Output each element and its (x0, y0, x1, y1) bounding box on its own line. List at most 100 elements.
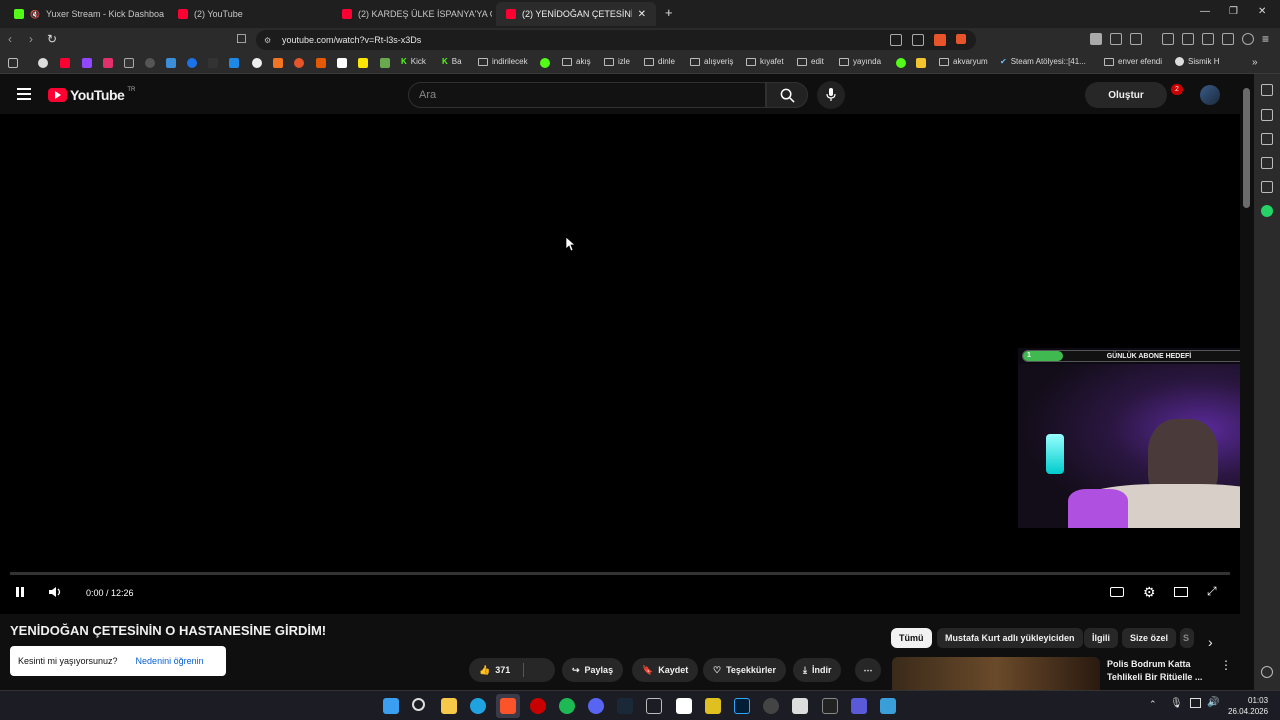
voice-search-button[interactable] (817, 81, 845, 109)
twitch-icon[interactable] (82, 58, 92, 68)
reload-icon[interactable]: ↻ (47, 32, 57, 46)
more-bookmarks-icon[interactable]: » (1252, 57, 1258, 68)
github-icon[interactable] (145, 58, 155, 68)
chip-all[interactable]: Tümü (891, 628, 932, 648)
bookmark-folder-akis[interactable]: akış (562, 57, 591, 66)
tab-kick-dashboard[interactable]: 🔇 Yuxer Stream - Kick Dashboard (4, 2, 164, 26)
bookmark-steam[interactable]: ✔ Steam Atölyesi::[41... (1000, 57, 1086, 66)
edge-icon[interactable] (470, 698, 486, 714)
tray-chevron-icon[interactable]: ⌃ (1149, 699, 1157, 710)
bookmark-play-icon[interactable] (187, 58, 197, 68)
wallet-sidebar-icon[interactable] (1261, 133, 1273, 145)
leo-sidebar-icon[interactable] (1261, 84, 1273, 96)
bookmark-cloud-icon[interactable] (229, 58, 239, 68)
bookmark-folder-kiyafet[interactable]: kıyafet (746, 57, 784, 66)
bookmark-icon[interactable]: ☐ (236, 32, 247, 46)
bookmark-folder-indirilecek[interactable]: indirilecek (478, 57, 528, 66)
calculator-icon[interactable] (646, 698, 662, 714)
restore-button[interactable]: ❐ (1229, 6, 1238, 17)
bookmark-blue-icon[interactable] (166, 58, 176, 68)
instagram-icon[interactable] (103, 58, 113, 68)
search-input[interactable]: Ara (408, 82, 766, 108)
bookmark-circle-icon[interactable] (252, 58, 262, 68)
taskbar-search-icon[interactable] (412, 698, 425, 711)
bookmark-yellow-icon[interactable] (358, 58, 368, 68)
more-actions-button[interactable]: ⋯ (855, 658, 881, 682)
hb-icon[interactable] (273, 58, 283, 68)
menu-icon[interactable]: ≡ (1262, 32, 1269, 46)
back-icon[interactable]: ‹ (8, 32, 12, 46)
notifications-icon[interactable]: 2 (1170, 84, 1183, 98)
youtube-logo[interactable]: YouTube TR (48, 87, 135, 103)
cast-icon[interactable] (890, 34, 902, 46)
site-info-icon[interactable]: ⚙ (264, 36, 271, 45)
apps-icon[interactable] (8, 58, 18, 68)
app-yellow-icon[interactable] (705, 698, 721, 714)
bookmark-orange-icon[interactable] (294, 58, 304, 68)
chip-from-uploader[interactable]: Mustafa Kurt adlı yükleyiciden (937, 628, 1083, 648)
chip-for-you[interactable]: Size özel (1122, 628, 1177, 648)
app-window-icon[interactable] (792, 698, 808, 714)
tray-volume-icon[interactable]: 🔊 (1207, 697, 1219, 708)
subtitles-icon[interactable] (1110, 587, 1124, 597)
wallet-icon[interactable] (1202, 33, 1214, 45)
chips-next-icon[interactable]: › (1208, 634, 1213, 650)
search-button[interactable] (766, 82, 808, 108)
vpn-shield-icon[interactable] (1242, 33, 1254, 45)
bookmark-w-icon[interactable] (208, 58, 218, 68)
epic-games-icon[interactable] (822, 698, 838, 714)
theater-mode-icon[interactable] (1174, 587, 1188, 597)
tab-youtube[interactable]: (2) YouTube (168, 2, 328, 26)
discord-icon[interactable] (588, 698, 604, 714)
bookmark-folder-yayinda[interactable]: yayında (839, 57, 881, 66)
whatsapp-icon[interactable] (1261, 205, 1273, 217)
forward-icon[interactable]: › (29, 32, 33, 46)
chip-related[interactable]: İlgili (1084, 628, 1118, 648)
windows-start-icon[interactable] (383, 698, 399, 714)
create-button[interactable]: Oluştur (1085, 82, 1167, 108)
photoshop-icon[interactable] (734, 698, 750, 714)
sidebar-settings-icon[interactable] (1261, 666, 1273, 678)
leo-icon[interactable] (1222, 33, 1234, 45)
bookmark-folder-alisveris[interactable]: alışveriş (690, 57, 733, 66)
url-field[interactable]: ⚙ youtube.com/watch?v=Rt-l3s-x3Ds (256, 30, 976, 50)
new-tab-button[interactable]: + (665, 5, 673, 20)
amazon-icon[interactable] (337, 58, 347, 68)
x-icon[interactable] (124, 58, 134, 68)
app-blue-icon[interactable] (880, 698, 896, 714)
close-window-button[interactable]: ✕ (1258, 6, 1266, 17)
vpn-icon[interactable] (1090, 33, 1102, 45)
recommended-menu-icon[interactable]: ⋮ (1220, 658, 1232, 672)
bookmark-folder-izle[interactable]: izle (604, 57, 630, 66)
pause-button[interactable] (14, 586, 26, 601)
bookmark-green-dot-icon[interactable] (896, 58, 906, 68)
video-player[interactable]: 1 GÜNLÜK ABONE HEDEFİ 6 0:00 / 12:26 ⚙ ⤢ (0, 114, 1280, 614)
settings-icon[interactable]: ⚙ (1143, 584, 1156, 601)
reading-list-sidebar-icon[interactable] (1261, 181, 1273, 193)
tray-mic-icon[interactable]: 🎙 (1170, 698, 1183, 709)
bookmark-sismik[interactable]: Sismik H (1175, 57, 1220, 66)
steam-taskbar-icon[interactable] (617, 698, 633, 714)
tab-kardes-ulke[interactable]: (2) KARDEŞ ÜLKE İSPANYA'YA GELDİM (332, 2, 492, 26)
tab-yenidogan-active[interactable]: (2) YENİDOĞAN ÇETESİNİN O HA ✕ (496, 2, 656, 26)
capcut-icon[interactable] (676, 698, 692, 714)
taskbar-clock[interactable]: 01:03 26.04.2026 (1228, 695, 1268, 717)
spotify-icon[interactable] (559, 698, 575, 714)
volume-button[interactable] (48, 586, 64, 601)
bookmark-folder-enver[interactable]: enver efendi (1104, 57, 1162, 66)
bookmarks-sidebar-icon[interactable] (1261, 157, 1273, 169)
google-icon[interactable] (38, 58, 48, 68)
hamburger-menu-icon[interactable] (17, 88, 31, 100)
download-button[interactable]: ⤓ İndir (793, 658, 842, 682)
bookmark-folder-akvaryum[interactable]: akvaryum (939, 57, 988, 66)
like-button[interactable]: 👍 371 (469, 658, 555, 682)
playlist-sidebar-icon[interactable] (1261, 109, 1273, 121)
m-icon[interactable] (316, 58, 326, 68)
screenshot-icon[interactable] (1130, 33, 1142, 45)
scroll-thumb[interactable] (1243, 88, 1250, 208)
video-progress-bar[interactable] (10, 572, 1230, 575)
minimize-button[interactable]: — (1200, 6, 1210, 17)
tray-network-icon[interactable] (1190, 698, 1201, 708)
sidebar-icon[interactable] (1182, 33, 1194, 45)
close-tab-icon[interactable]: ✕ (638, 9, 646, 20)
